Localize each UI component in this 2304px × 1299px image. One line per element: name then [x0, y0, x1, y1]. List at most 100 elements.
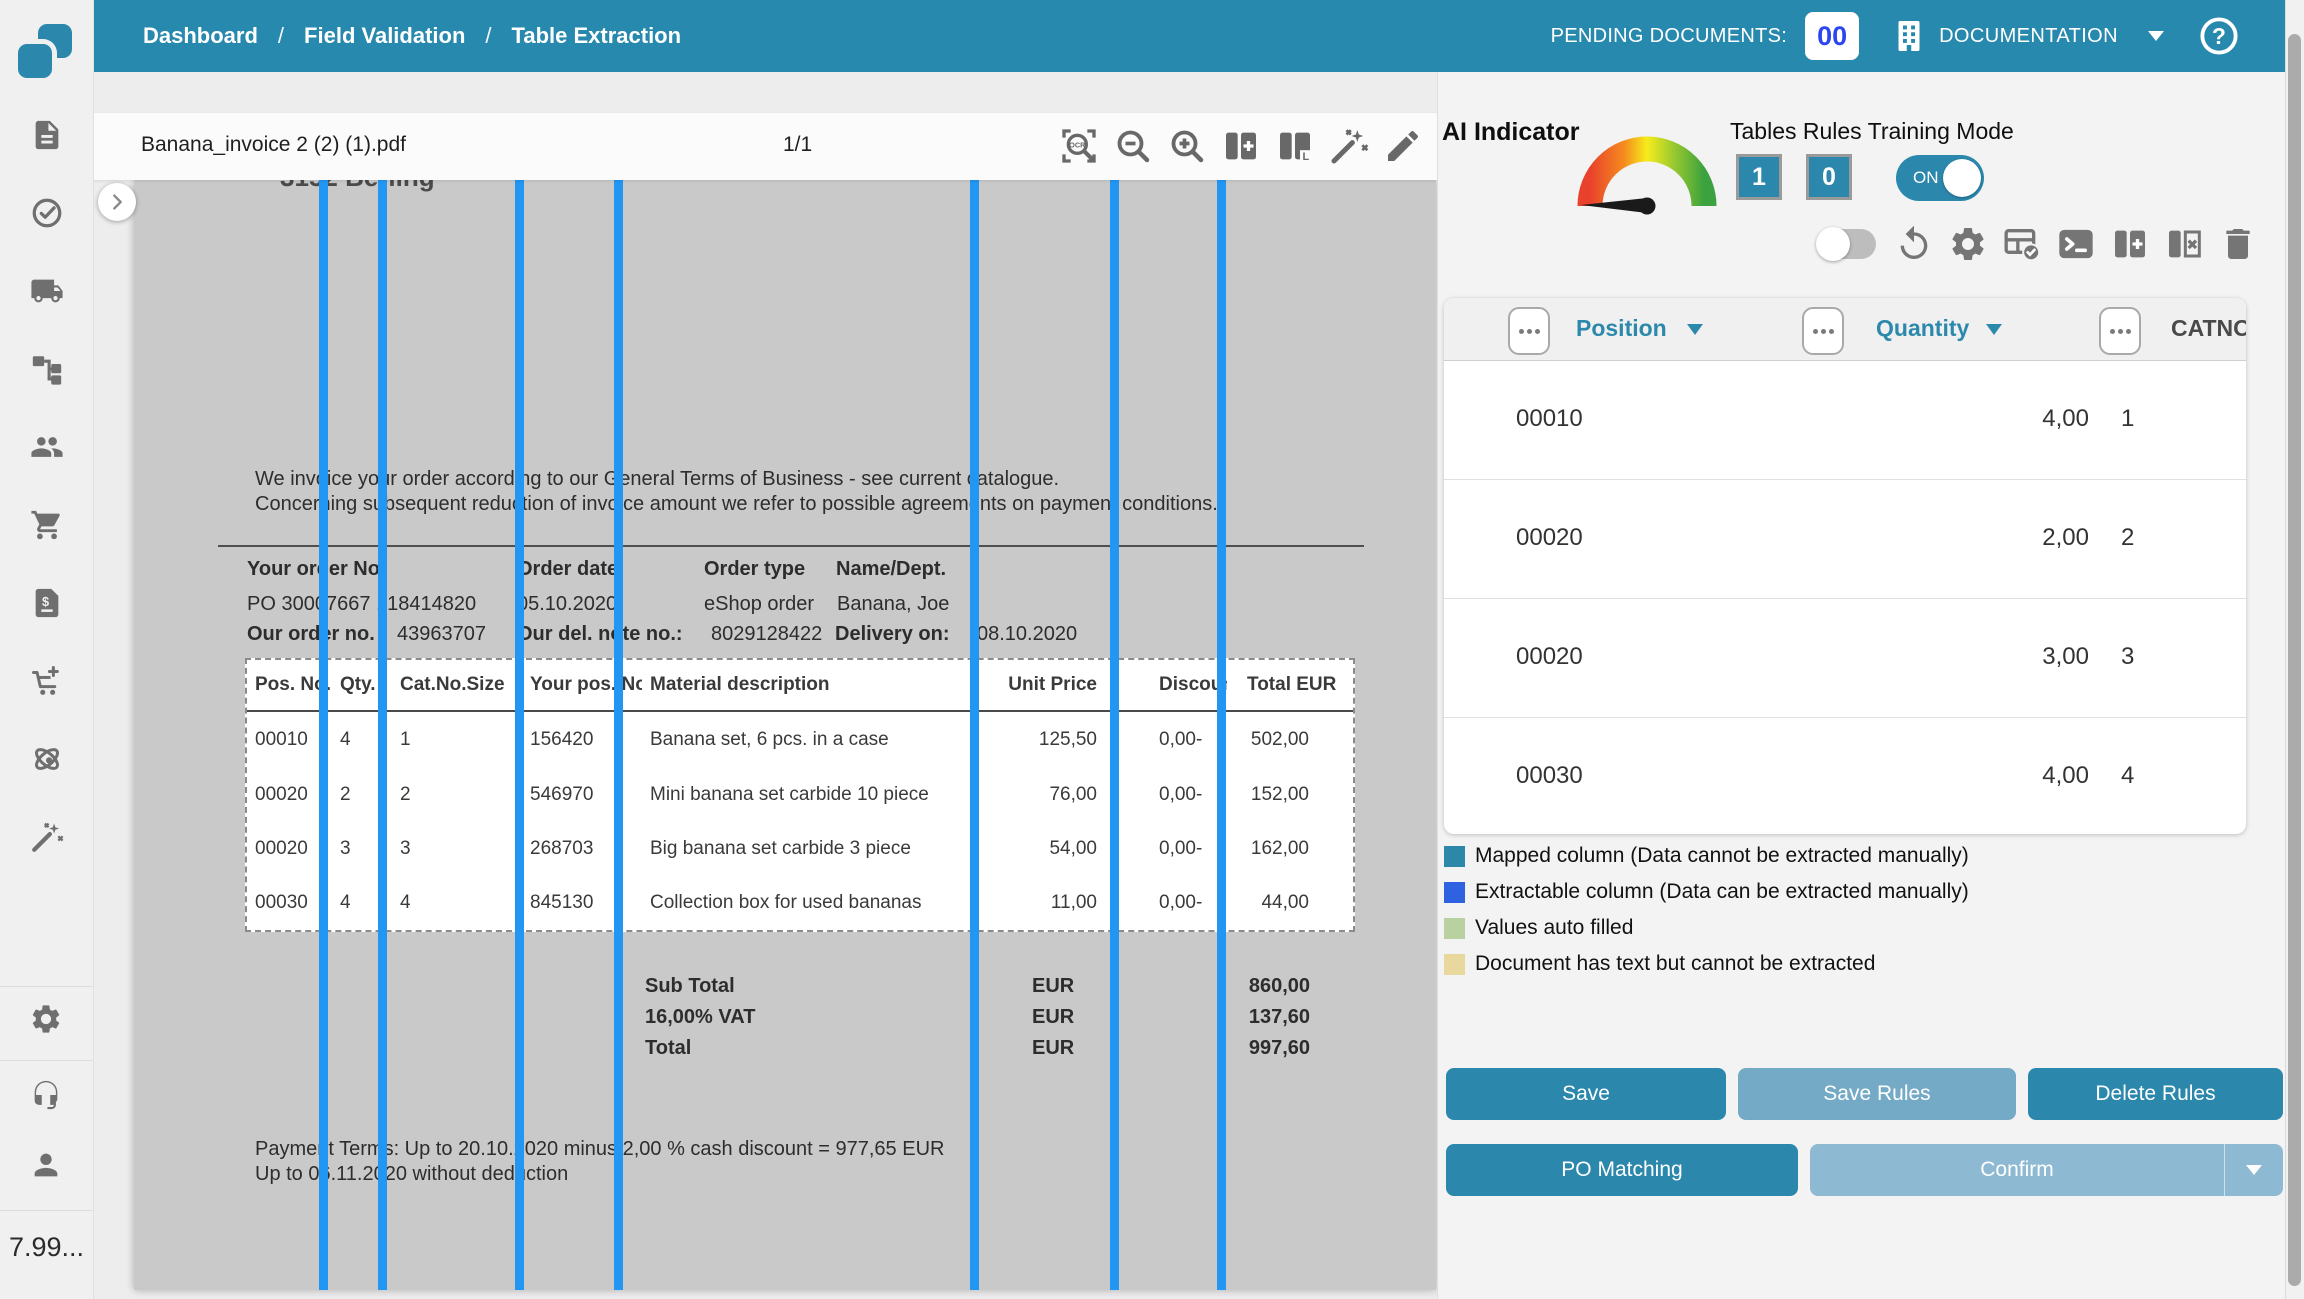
cell: 502,00	[1227, 711, 1353, 768]
column-header-position[interactable]: Position	[1576, 315, 1667, 342]
extraction-panel: AI Indicator Tables Rules Training Mode …	[1437, 72, 2287, 1299]
invoice-dollar-icon[interactable]	[30, 586, 64, 620]
confirm-button[interactable]: Confirm	[1810, 1144, 2283, 1196]
app-logo[interactable]	[18, 24, 76, 82]
table-column-line[interactable]	[1217, 180, 1226, 1290]
invoice-table-row: 0002022546970Mini banana set carbide 10 …	[247, 768, 1353, 822]
delete-rules-button[interactable]: Delete Rules	[2028, 1068, 2283, 1120]
order-info-header: Your order No.	[247, 558, 386, 581]
workflow-icon[interactable]	[30, 352, 64, 386]
order-info-label: Delivery on:	[835, 623, 949, 646]
panel-toggle[interactable]	[1818, 229, 1876, 259]
legend-text: Values auto filled	[1475, 916, 1633, 940]
cell-position[interactable]: 00030	[1516, 762, 1583, 790]
po-matching-button[interactable]: PO Matching	[1446, 1144, 1798, 1196]
invoice-col-header: Unit Price	[977, 660, 1117, 711]
breadcrumb-dashboard[interactable]: Dashboard	[143, 23, 258, 49]
table-column-line[interactable]	[319, 180, 328, 1290]
cart-plus-icon[interactable]	[30, 664, 64, 698]
add-column-icon[interactable]	[2110, 224, 2150, 264]
headset-icon[interactable]	[29, 1078, 63, 1112]
order-info-value: 8029128422	[711, 623, 822, 646]
ocr-icon[interactable]	[1059, 126, 1099, 166]
remove-column-icon[interactable]	[2164, 224, 2204, 264]
cell-quantity[interactable]: 2,00	[2042, 524, 2089, 552]
training-mode-toggle[interactable]: ON	[1896, 155, 1984, 201]
cell-quantity[interactable]: 4,00	[2042, 405, 2089, 433]
table-column-line[interactable]	[378, 180, 387, 1290]
documentation-menu[interactable]: DOCUMENTATION	[1891, 18, 2164, 54]
breadcrumb-field-validation[interactable]: Field Validation	[304, 23, 465, 49]
order-info-label: Our del. note no.:	[517, 623, 683, 646]
column-menu-button[interactable]	[2099, 307, 2141, 355]
cell-catnos[interactable]: 2	[2121, 524, 2134, 552]
order-info-value: Banana, Joe	[837, 593, 949, 616]
invoice-table-header-row: Pos. No. Qty. Cat.No.Size Your pos. No. …	[247, 660, 1353, 711]
column-menu-button[interactable]	[1802, 307, 1844, 355]
column-header-quantity[interactable]: Quantity	[1876, 315, 1969, 342]
page-scrollbar[interactable]	[2285, 0, 2304, 1299]
chevron-down-icon[interactable]	[1687, 324, 1703, 343]
legend-item: Mapped column (Data cannot be extracted …	[1444, 844, 1969, 868]
edit-pencil-icon[interactable]	[1383, 126, 1423, 166]
cell-position[interactable]: 00020	[1516, 643, 1583, 671]
truck-icon[interactable]	[30, 274, 64, 308]
table-column-line[interactable]	[970, 180, 979, 1290]
pdf-viewer-toolbar: Banana_invoice 2 (2) (1).pdf 1/1	[93, 113, 1437, 180]
legend-swatch-text-only	[1444, 954, 1465, 975]
trash-icon[interactable]	[2218, 224, 2258, 264]
legend-swatch-mapped	[1444, 846, 1465, 867]
chevron-down-icon[interactable]	[1986, 324, 2002, 343]
users-icon[interactable]	[30, 430, 64, 464]
extracted-table-card: Position Quantity CATNOS 00010 4,00 1 00…	[1444, 298, 2246, 834]
table-rules-icon[interactable]	[2002, 224, 2042, 264]
document-icon[interactable]	[30, 118, 64, 152]
table-column-line[interactable]	[614, 180, 623, 1290]
column-menu-button[interactable]	[1508, 307, 1550, 355]
cell: 0,00-	[1117, 876, 1227, 930]
cell: 2	[392, 768, 522, 822]
confirm-dropdown[interactable]	[2224, 1144, 2283, 1196]
save-button[interactable]: Save	[1446, 1068, 1726, 1120]
undo-icon[interactable]	[1894, 224, 1934, 264]
pdf-document-canvas[interactable]: 3152 Berling We invoice your order accor…	[134, 180, 1436, 1290]
scrollbar-thumb[interactable]	[2288, 34, 2301, 1286]
settings-gear-icon[interactable]	[29, 1002, 63, 1036]
total-value: 997,60	[1249, 1037, 1310, 1060]
toggle-knob	[1816, 227, 1850, 261]
cell-quantity[interactable]: 3,00	[2042, 643, 2089, 671]
logo-square-bottom	[18, 44, 52, 78]
user-icon[interactable]	[29, 1148, 63, 1182]
add-column-icon[interactable]	[1221, 126, 1261, 166]
table-column-line[interactable]	[515, 180, 524, 1290]
save-rules-button[interactable]: Save Rules	[1738, 1068, 2016, 1120]
cell-quantity[interactable]: 4,00	[2042, 762, 2089, 790]
cell: 546970	[522, 768, 642, 822]
breadcrumb-table-extraction[interactable]: Table Extraction	[512, 23, 682, 49]
check-circle-icon[interactable]	[30, 196, 64, 230]
pending-documents-label: PENDING DOCUMENTS:	[1551, 25, 1788, 48]
console-icon[interactable]	[2056, 224, 2096, 264]
cell: 0,00-	[1117, 711, 1227, 768]
pdf-filename: Banana_invoice 2 (2) (1).pdf	[141, 133, 406, 157]
table-column-line[interactable]	[1110, 180, 1119, 1290]
auto-detect-wand-icon[interactable]	[1329, 126, 1369, 166]
chevron-down-icon[interactable]	[2148, 31, 2164, 49]
invoice-divider	[218, 545, 1364, 547]
column-header-catnos[interactable]: CATNOS	[2171, 315, 2246, 342]
magic-wand-icon[interactable]	[30, 820, 64, 854]
column-options-icon[interactable]	[1275, 126, 1315, 166]
cell-catnos[interactable]: 4	[2121, 762, 2134, 790]
cell-position[interactable]: 00010	[1516, 405, 1583, 433]
integrations-icon[interactable]	[30, 742, 64, 776]
cell-catnos[interactable]: 3	[2121, 643, 2134, 671]
gear-icon[interactable]	[1948, 224, 1988, 264]
cell-catnos[interactable]: 1	[2121, 405, 2134, 433]
collapse-panel-handle[interactable]	[98, 183, 136, 221]
help-icon[interactable]	[2198, 15, 2240, 57]
invoice-table-row: 0001041156420Banana set, 6 pcs. in a cas…	[247, 711, 1353, 768]
zoom-out-icon[interactable]	[1113, 126, 1153, 166]
cell-position[interactable]: 00020	[1516, 524, 1583, 552]
zoom-in-icon[interactable]	[1167, 126, 1207, 166]
cart-icon[interactable]	[30, 508, 64, 542]
